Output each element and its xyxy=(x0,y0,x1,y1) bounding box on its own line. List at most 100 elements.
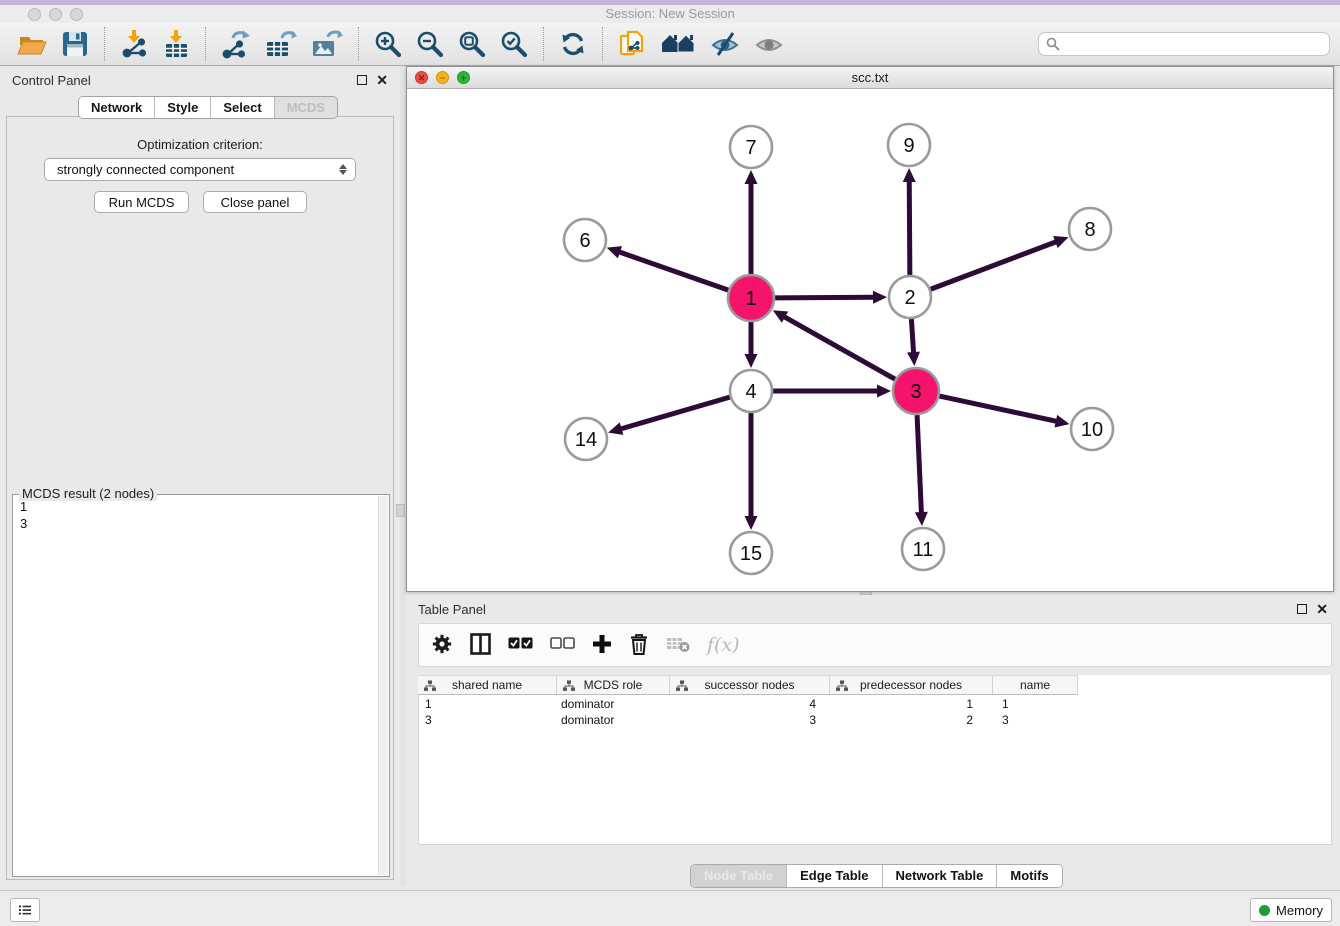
toolbar-separator xyxy=(602,27,603,61)
table-row[interactable]: 3dominator323 xyxy=(418,712,1078,728)
table-settings-button[interactable] xyxy=(431,633,453,658)
edge-3-10[interactable] xyxy=(939,396,1057,422)
column-header-predecessor-nodes[interactable]: predecessor nodes xyxy=(830,676,993,694)
run-mcds-button[interactable]: Run MCDS xyxy=(94,191,189,213)
edge-2-8[interactable] xyxy=(931,241,1058,289)
show-all-button[interactable] xyxy=(747,26,791,62)
edge-arrow-3-11 xyxy=(915,512,928,526)
close-view-button[interactable]: ✕ xyxy=(415,71,428,84)
network-window-titlebar: scc.txt ✕ − + xyxy=(407,67,1333,89)
select-all-button[interactable] xyxy=(508,637,533,653)
search-field[interactable] xyxy=(1038,32,1330,56)
import-network-button[interactable] xyxy=(113,26,155,62)
search-input[interactable] xyxy=(1064,37,1322,52)
close-table-panel-icon[interactable]: ✕ xyxy=(1316,604,1328,614)
tab-edge-table[interactable]: Edge Table xyxy=(787,865,882,887)
task-history-button[interactable] xyxy=(10,898,40,922)
delete-table-icon xyxy=(666,635,690,653)
zoom-fit-button[interactable] xyxy=(451,26,493,62)
tab-node-table[interactable]: Node Table xyxy=(691,865,787,887)
edge-arrow-1-7 xyxy=(745,170,758,184)
mcds-result-box: MCDS result (2 nodes) 1 3 xyxy=(12,494,390,877)
save-session-button[interactable] xyxy=(54,26,96,62)
network-canvas[interactable]: 7968124314101511 xyxy=(407,89,1333,591)
open-session-button[interactable] xyxy=(10,26,54,62)
edge-2-3[interactable] xyxy=(911,319,913,354)
import-table-button[interactable] xyxy=(155,26,197,62)
criterion-dropdown[interactable]: strongly connected component xyxy=(44,158,356,181)
graph-node-label-10: 10 xyxy=(1081,419,1103,441)
column-type-icon xyxy=(563,680,575,692)
zoom-fit-icon xyxy=(458,30,486,58)
tab-motifs[interactable]: Motifs xyxy=(997,865,1061,887)
edge-3-11[interactable] xyxy=(917,415,921,514)
float-table-panel-icon[interactable] xyxy=(1297,604,1307,614)
minimize-window-button[interactable] xyxy=(49,8,62,21)
edge-arrow-2-3 xyxy=(907,352,920,366)
toolbar-separator xyxy=(104,27,105,61)
table-cell: dominator xyxy=(557,712,670,728)
column-header-successor-nodes[interactable]: successor nodes xyxy=(670,676,830,694)
tab-network-table[interactable]: Network Table xyxy=(883,865,998,887)
close-panel-button[interactable]: Close panel xyxy=(203,191,307,213)
hide-selected-button[interactable] xyxy=(703,26,747,62)
table-tabs: Node Table Edge Table Network Table Moti… xyxy=(690,864,1063,888)
delete-columns-button[interactable] xyxy=(629,633,649,658)
tab-mcds[interactable]: MCDS xyxy=(275,97,337,118)
memory-status-icon xyxy=(1259,905,1270,916)
save-floppy-icon xyxy=(61,30,89,58)
table-row[interactable]: 1dominator411 xyxy=(418,696,1078,712)
network-graph: 7968124314101511 xyxy=(407,89,1333,591)
import-network-icon xyxy=(120,29,148,59)
export-image-button[interactable] xyxy=(304,26,350,62)
close-window-button[interactable] xyxy=(28,8,41,21)
column-header-shared-name[interactable]: shared name xyxy=(418,676,557,694)
table-cell: 1 xyxy=(993,696,1078,712)
application-window: Session: New Session xyxy=(0,0,1340,926)
create-column-button[interactable] xyxy=(592,634,612,657)
graph-node-label-15: 15 xyxy=(740,543,762,565)
delete-table-button[interactable] xyxy=(666,635,690,656)
column-header-MCDS-role[interactable]: MCDS role xyxy=(557,676,670,694)
zoom-selected-button[interactable] xyxy=(493,26,535,62)
refresh-view-button[interactable] xyxy=(552,26,594,62)
splitter-grip[interactable] xyxy=(396,504,405,517)
close-panel-icon[interactable]: ✕ xyxy=(376,75,388,85)
table-header-row: shared nameMCDS role successor nodes prede… xyxy=(418,675,1078,695)
minimize-view-button[interactable]: − xyxy=(436,71,449,84)
table-cell: 3 xyxy=(993,712,1078,728)
zoom-in-button[interactable] xyxy=(367,26,409,62)
edge-1-2[interactable] xyxy=(775,297,875,298)
zoom-window-button[interactable] xyxy=(70,8,83,21)
tab-style[interactable]: Style xyxy=(155,97,211,118)
copy-network-icon xyxy=(618,29,646,59)
edge-3-1[interactable] xyxy=(783,316,895,379)
function-builder-button[interactable]: f(x) xyxy=(707,634,740,656)
tab-select[interactable]: Select xyxy=(211,97,274,118)
edge-arrow-4-15 xyxy=(745,516,758,530)
graph-node-label-2: 2 xyxy=(904,287,915,309)
export-table-button[interactable] xyxy=(258,26,304,62)
first-neighbors-button[interactable] xyxy=(653,26,703,62)
memory-label: Memory xyxy=(1276,903,1323,918)
network-window-controls: ✕ − + xyxy=(415,71,470,84)
maximize-view-button[interactable]: + xyxy=(457,71,470,84)
new-network-from-selection-button[interactable] xyxy=(611,26,653,62)
show-columns-button[interactable] xyxy=(470,633,491,658)
tab-network[interactable]: Network xyxy=(79,97,155,118)
column-header-name[interactable]: name xyxy=(993,676,1078,694)
edge-1-6[interactable] xyxy=(618,252,728,291)
export-network-icon xyxy=(221,29,251,59)
edge-4-14[interactable] xyxy=(620,397,730,429)
column-header-label: successor nodes xyxy=(704,678,794,692)
memory-button[interactable]: Memory xyxy=(1250,898,1332,922)
deselect-all-button[interactable] xyxy=(550,637,575,653)
float-panel-icon[interactable] xyxy=(357,75,367,85)
export-network-button[interactable] xyxy=(214,26,258,62)
zoom-in-icon xyxy=(374,30,402,58)
result-scrollbar[interactable] xyxy=(378,496,388,875)
mcds-result-text[interactable]: 1 3 xyxy=(15,498,377,874)
edge-2-9[interactable] xyxy=(909,180,910,275)
zoom-out-button[interactable] xyxy=(409,26,451,62)
houses-icon xyxy=(660,31,696,57)
